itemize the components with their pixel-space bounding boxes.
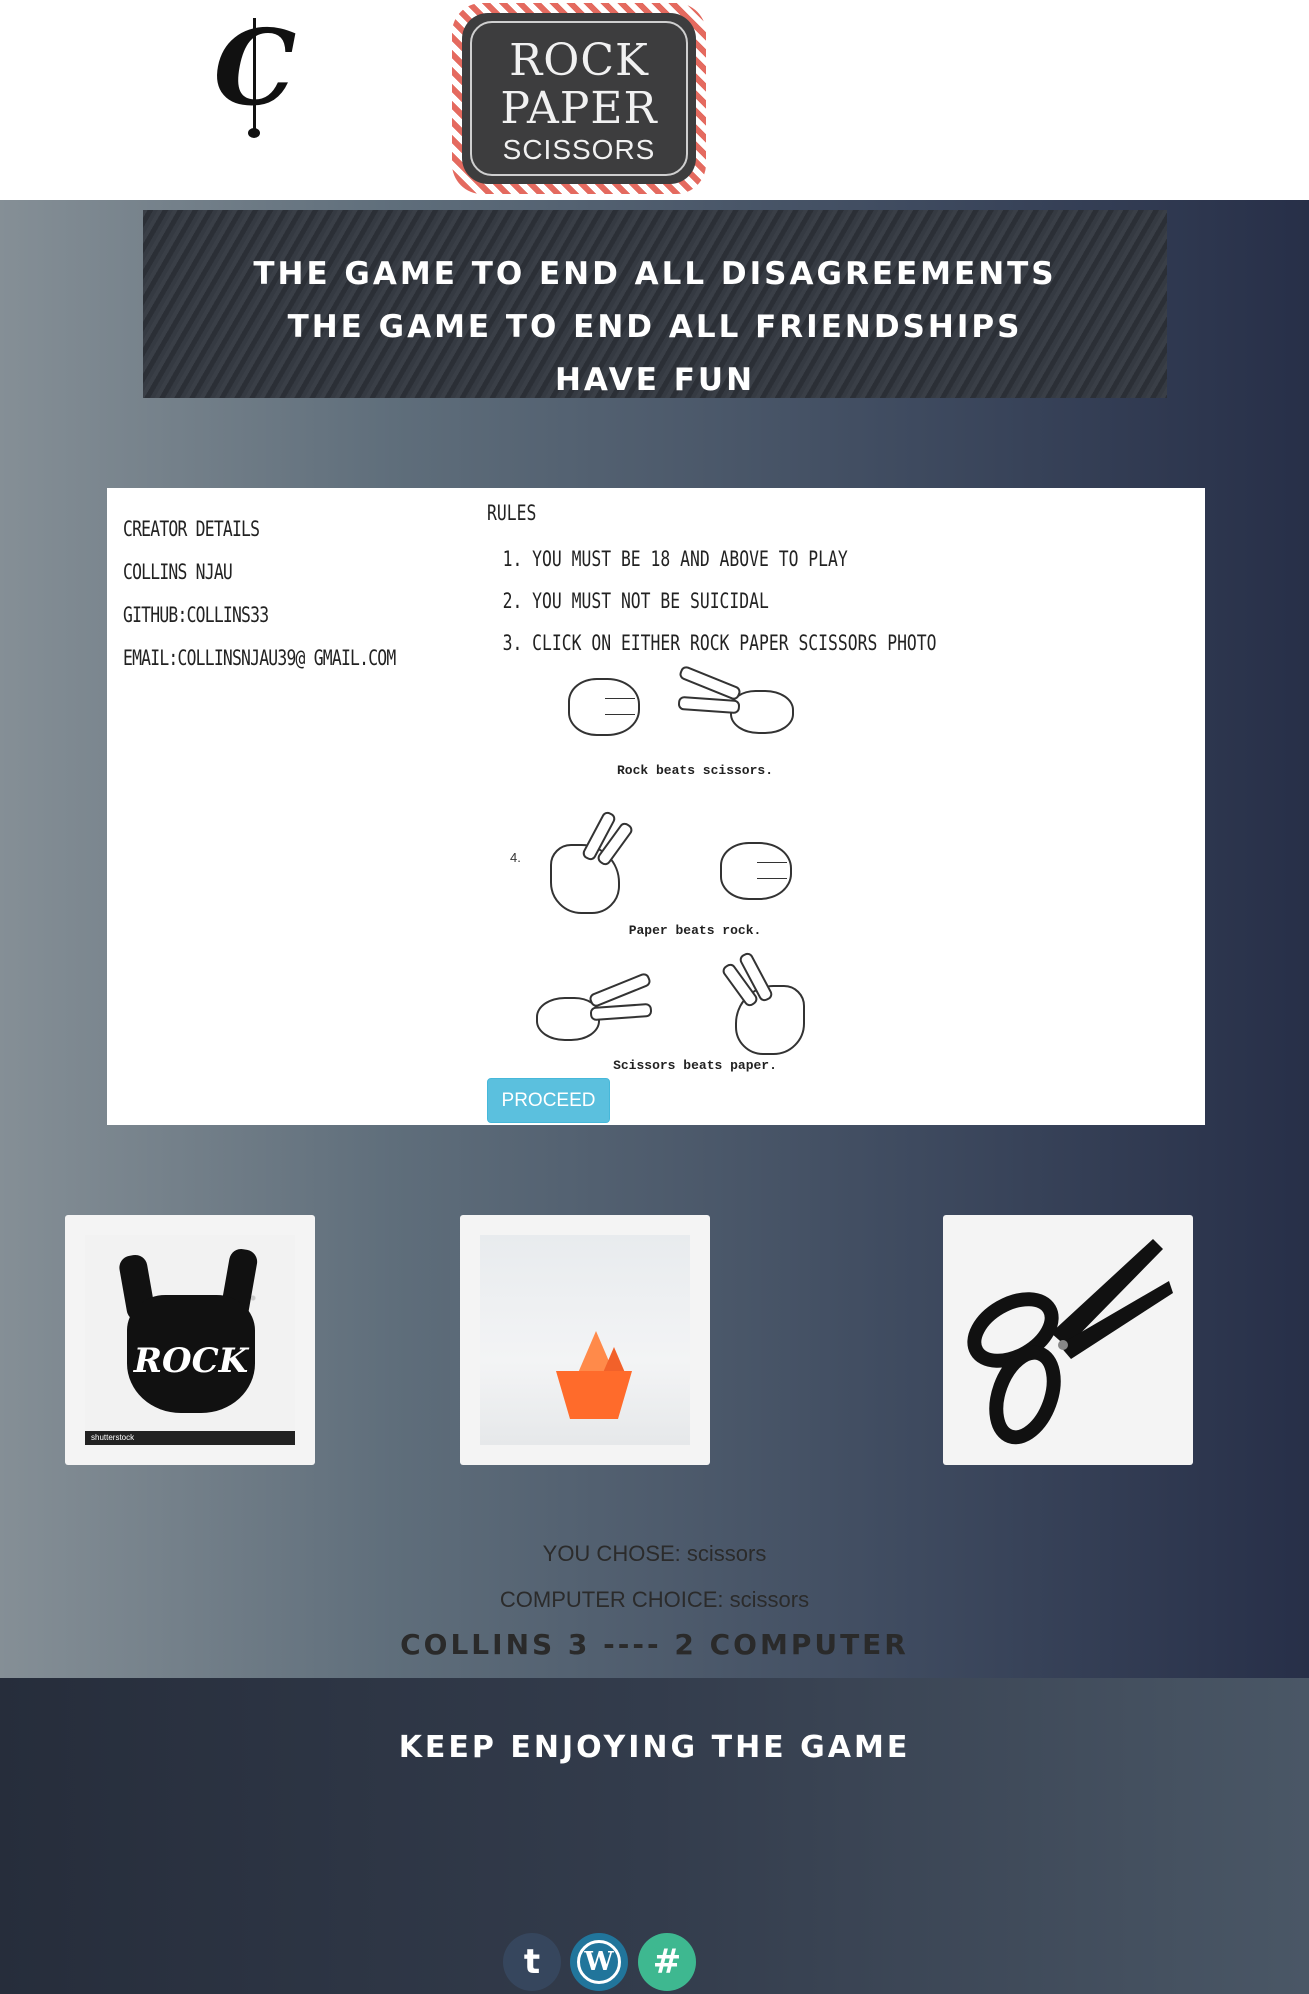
paper-image <box>480 1235 690 1445</box>
scissors-hand-icon <box>730 690 794 734</box>
wordpress-glyph: W <box>577 1940 621 1984</box>
logo-plate: ROCK PAPER SCISSORS <box>462 13 696 184</box>
rules-title: RULES <box>487 501 537 525</box>
creator-name: COLLINS NJAU <box>123 560 233 584</box>
rock-paper-scissors-logo[interactable]: ROCK PAPER SCISSORS <box>452 3 706 194</box>
scoreboard: COLLINS 3 ---- 2 COMPUTER <box>400 1628 909 1661</box>
scissors-image <box>963 1235 1173 1445</box>
rule-item-4-diagram: 4. Rock beats scissors. Paper beats rock… <box>505 668 865 1078</box>
creator-heading: CREATOR DETAILS <box>123 517 260 541</box>
rule-item-1: 1. YOU MUST BE 18 AND ABOVE TO PLAY <box>502 547 848 571</box>
rock-image-credit-bar: shutterstock <box>85 1431 295 1445</box>
scissors-hand-icon <box>536 997 600 1041</box>
info-card: CREATOR DETAILS COLLINS NJAU GITHUB:COLL… <box>107 488 1205 1125</box>
wordpress-icon[interactable]: W <box>570 1933 628 1991</box>
c-logo-icon[interactable]: C <box>205 16 305 138</box>
main-section: THE GAME TO END ALL DISAGREEMENTS THE GA… <box>0 200 1309 1678</box>
tagline-banner: THE GAME TO END ALL DISAGREEMENTS THE GA… <box>143 210 1167 398</box>
logo-word-scissors: SCISSORS <box>502 134 656 165</box>
creator-details: CREATOR DETAILS COLLINS NJAU GITHUB:COLL… <box>123 508 453 680</box>
creator-github: GITHUB:COLLINS33 <box>123 603 269 627</box>
c-logo-ornament <box>253 18 256 136</box>
caption-scissors-beats-paper: Scissors beats paper. <box>613 1058 777 1073</box>
rock-image: ROCK shutterstock <box>85 1235 295 1445</box>
paper-beats-rock-diagram: Paper beats rock. <box>530 808 860 938</box>
computer-choice-text: COMPUTER CHOICE: scissors <box>499 1587 810 1612</box>
paper-hand-icon <box>550 844 620 914</box>
proceed-button[interactable]: PROCEED <box>487 1078 610 1123</box>
rock-image-word: ROCK <box>133 1341 249 1381</box>
paper-hand-icon <box>735 985 805 1055</box>
footer-message: KEEP ENJOYING THE GAME <box>398 1730 911 1765</box>
rock-beats-scissors-diagram: Rock beats scissors. <box>530 668 860 778</box>
scissors-choice-tile[interactable] <box>943 1215 1193 1465</box>
rule-item-3: 3. CLICK ON EITHER ROCK PAPER SCISSORS P… <box>502 631 937 655</box>
rock-image-credit: shutterstock <box>91 1433 135 1442</box>
slack-icon[interactable]: # <box>638 1933 696 1991</box>
rule-item-2: 2. YOU MUST NOT BE SUICIDAL <box>502 589 769 613</box>
banner-line-3: HAVE FUN <box>554 362 756 398</box>
logo-word-rock: ROCK <box>509 35 649 86</box>
c-logo-dot <box>248 128 260 138</box>
scissors-beats-paper-diagram: Scissors beats paper. <box>530 963 860 1073</box>
caption-paper-beats-rock: Paper beats rock. <box>628 923 762 938</box>
rock-hand-icon <box>720 842 792 900</box>
banner-line-1: THE GAME TO END ALL DISAGREEMENTS <box>253 256 1057 292</box>
banner-line-2: THE GAME TO END ALL FRIENDSHIPS <box>287 309 1023 345</box>
rock-hand-icon <box>568 678 640 736</box>
rules-section: RULES 1. YOU MUST BE 18 AND ABOVE TO PLA… <box>487 498 1187 1073</box>
rules-list: 1. YOU MUST BE 18 AND ABOVE TO PLAY 2. Y… <box>487 538 1187 664</box>
creator-email: EMAIL:COLLINSNJAU39@ GMAIL.COM <box>123 646 396 670</box>
scissors-icon <box>967 1239 1173 1445</box>
paper-boat-icon <box>556 1371 632 1419</box>
rock-choice-tile[interactable]: ROCK shutterstock <box>65 1215 315 1465</box>
paper-choice-tile[interactable] <box>460 1215 710 1465</box>
logo-word-paper: PAPER <box>500 83 658 134</box>
site-footer: KEEP ENJOYING THE GAME t W # <box>0 1678 1309 1994</box>
tumblr-icon[interactable]: t <box>503 1933 561 1991</box>
you-chose-text: YOU CHOSE: scissors <box>542 1541 767 1566</box>
rule-4-number: 4. <box>510 850 521 865</box>
caption-rock-beats-scissors: Rock beats scissors. <box>616 763 774 778</box>
site-header: C ROCK PAPER SCISSORS <box>0 0 1309 200</box>
